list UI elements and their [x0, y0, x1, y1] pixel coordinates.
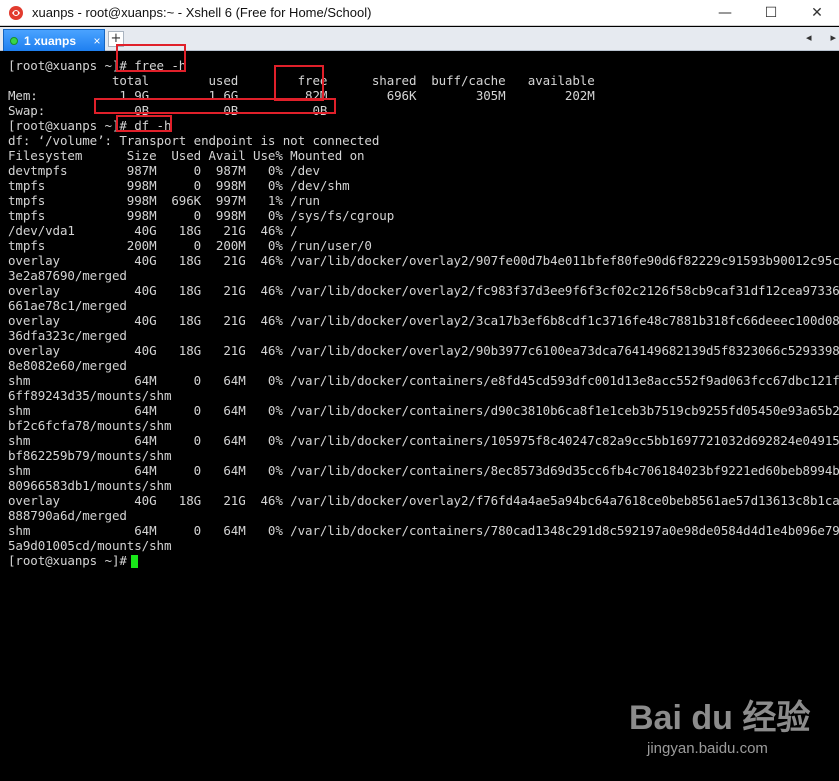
- minimize-icon: —: [718, 5, 732, 21]
- watermark-logo: Bai du 经验: [629, 699, 811, 737]
- xshell-logo-icon: [8, 5, 24, 21]
- terminal-line: tmpfs 998M 0 998M 0% /sys/fs/cgroup: [8, 208, 395, 223]
- terminal-line: 6ff89243d35/mounts/shm: [8, 388, 172, 403]
- tab-xuanps[interactable]: 1 xuanps ×: [3, 29, 105, 51]
- highlight-df-command: [116, 115, 172, 132]
- terminal-line: tmpfs 998M 696K 997M 1% /run: [8, 193, 320, 208]
- terminal-line: shm 64M 0 64M 0% /var/lib/docker/contain…: [8, 433, 839, 448]
- highlight-swap-row: [94, 98, 336, 114]
- maximize-icon: ☐: [764, 5, 778, 21]
- terminal-line: 3e2a87690/merged: [8, 268, 127, 283]
- terminal-line: shm 64M 0 64M 0% /var/lib/docker/contain…: [8, 523, 839, 538]
- connection-status-icon: [10, 36, 18, 45]
- highlight-free-command: [116, 44, 186, 72]
- close-icon: ✕: [811, 5, 823, 21]
- terminal-cursor: [130, 555, 138, 568]
- tab-scroll-left-icon[interactable]: ◂: [806, 31, 812, 47]
- terminal-line: Filesystem Size Used Avail Use% Mounted …: [8, 148, 365, 163]
- terminal-line: 80966583db1/mounts/shm: [8, 478, 172, 493]
- window-title: xuanps - root@xuanps:~ - Xshell 6 (Free …: [32, 5, 372, 20]
- highlight-free-column: [274, 65, 324, 101]
- tab-scroll-right-icon[interactable]: ▸: [830, 31, 836, 47]
- window-title-bar[interactable]: xuanps - root@xuanps:~ - Xshell 6 (Free …: [0, 0, 839, 26]
- terminal-line: overlay 40G 18G 21G 46% /var/lib/docker/…: [8, 493, 839, 508]
- terminal-line: 661ae78c1/merged: [8, 298, 127, 313]
- terminal-output[interactable]: [root@xuanps ~]# free -h total used free…: [0, 52, 839, 781]
- tab-label: 1 xuanps: [24, 33, 77, 48]
- terminal-prompt-line[interactable]: [root@xuanps ~]#: [8, 553, 138, 568]
- terminal-line: shm 64M 0 64M 0% /var/lib/docker/contain…: [8, 463, 839, 478]
- baidu-jingyan-watermark: Bai du 经验 jingyan.baidu.com: [629, 690, 810, 770]
- terminal-line: overlay 40G 18G 21G 46% /var/lib/docker/…: [8, 343, 839, 358]
- shell-prompt: [root@xuanps ~]#: [8, 553, 127, 568]
- tab-navigation: ◂ ▸: [806, 31, 836, 47]
- terminal-line: overlay 40G 18G 21G 46% /var/lib/docker/…: [8, 283, 839, 298]
- terminal-line: 5a9d01005cd/mounts/shm: [8, 538, 172, 553]
- terminal-line: shm 64M 0 64M 0% /var/lib/docker/contain…: [8, 373, 839, 388]
- terminal-line: bf862259b79/mounts/shm: [8, 448, 172, 463]
- minimize-button[interactable]: —: [702, 0, 748, 26]
- terminal-line: bf2c6fcfa78/mounts/shm: [8, 418, 172, 433]
- terminal-line: tmpfs 998M 0 998M 0% /dev/shm: [8, 178, 350, 193]
- terminal-line: /dev/vda1 40G 18G 21G 46% /: [8, 223, 298, 238]
- terminal-line: df: ‘/volume’: Transport endpoint is not…: [8, 133, 380, 148]
- terminal-line: overlay 40G 18G 21G 46% /var/lib/docker/…: [8, 253, 839, 268]
- tab-close-icon[interactable]: ×: [90, 34, 104, 48]
- watermark-url: jingyan.baidu.com: [647, 740, 768, 757]
- terminal-line: devtmpfs 987M 0 987M 0% /dev: [8, 163, 320, 178]
- terminal-line: 36dfa323c/merged: [8, 328, 127, 343]
- terminal-line: tmpfs 200M 0 200M 0% /run/user/0: [8, 238, 372, 253]
- terminal-line: 888790a6d/merged: [8, 508, 127, 523]
- maximize-button[interactable]: ☐: [748, 0, 794, 26]
- close-button[interactable]: ✕: [794, 0, 839, 26]
- terminal-line: shm 64M 0 64M 0% /var/lib/docker/contain…: [8, 403, 839, 418]
- terminal-line: overlay 40G 18G 21G 46% /var/lib/docker/…: [8, 313, 839, 328]
- terminal-line: 8e8082e60/merged: [8, 358, 127, 373]
